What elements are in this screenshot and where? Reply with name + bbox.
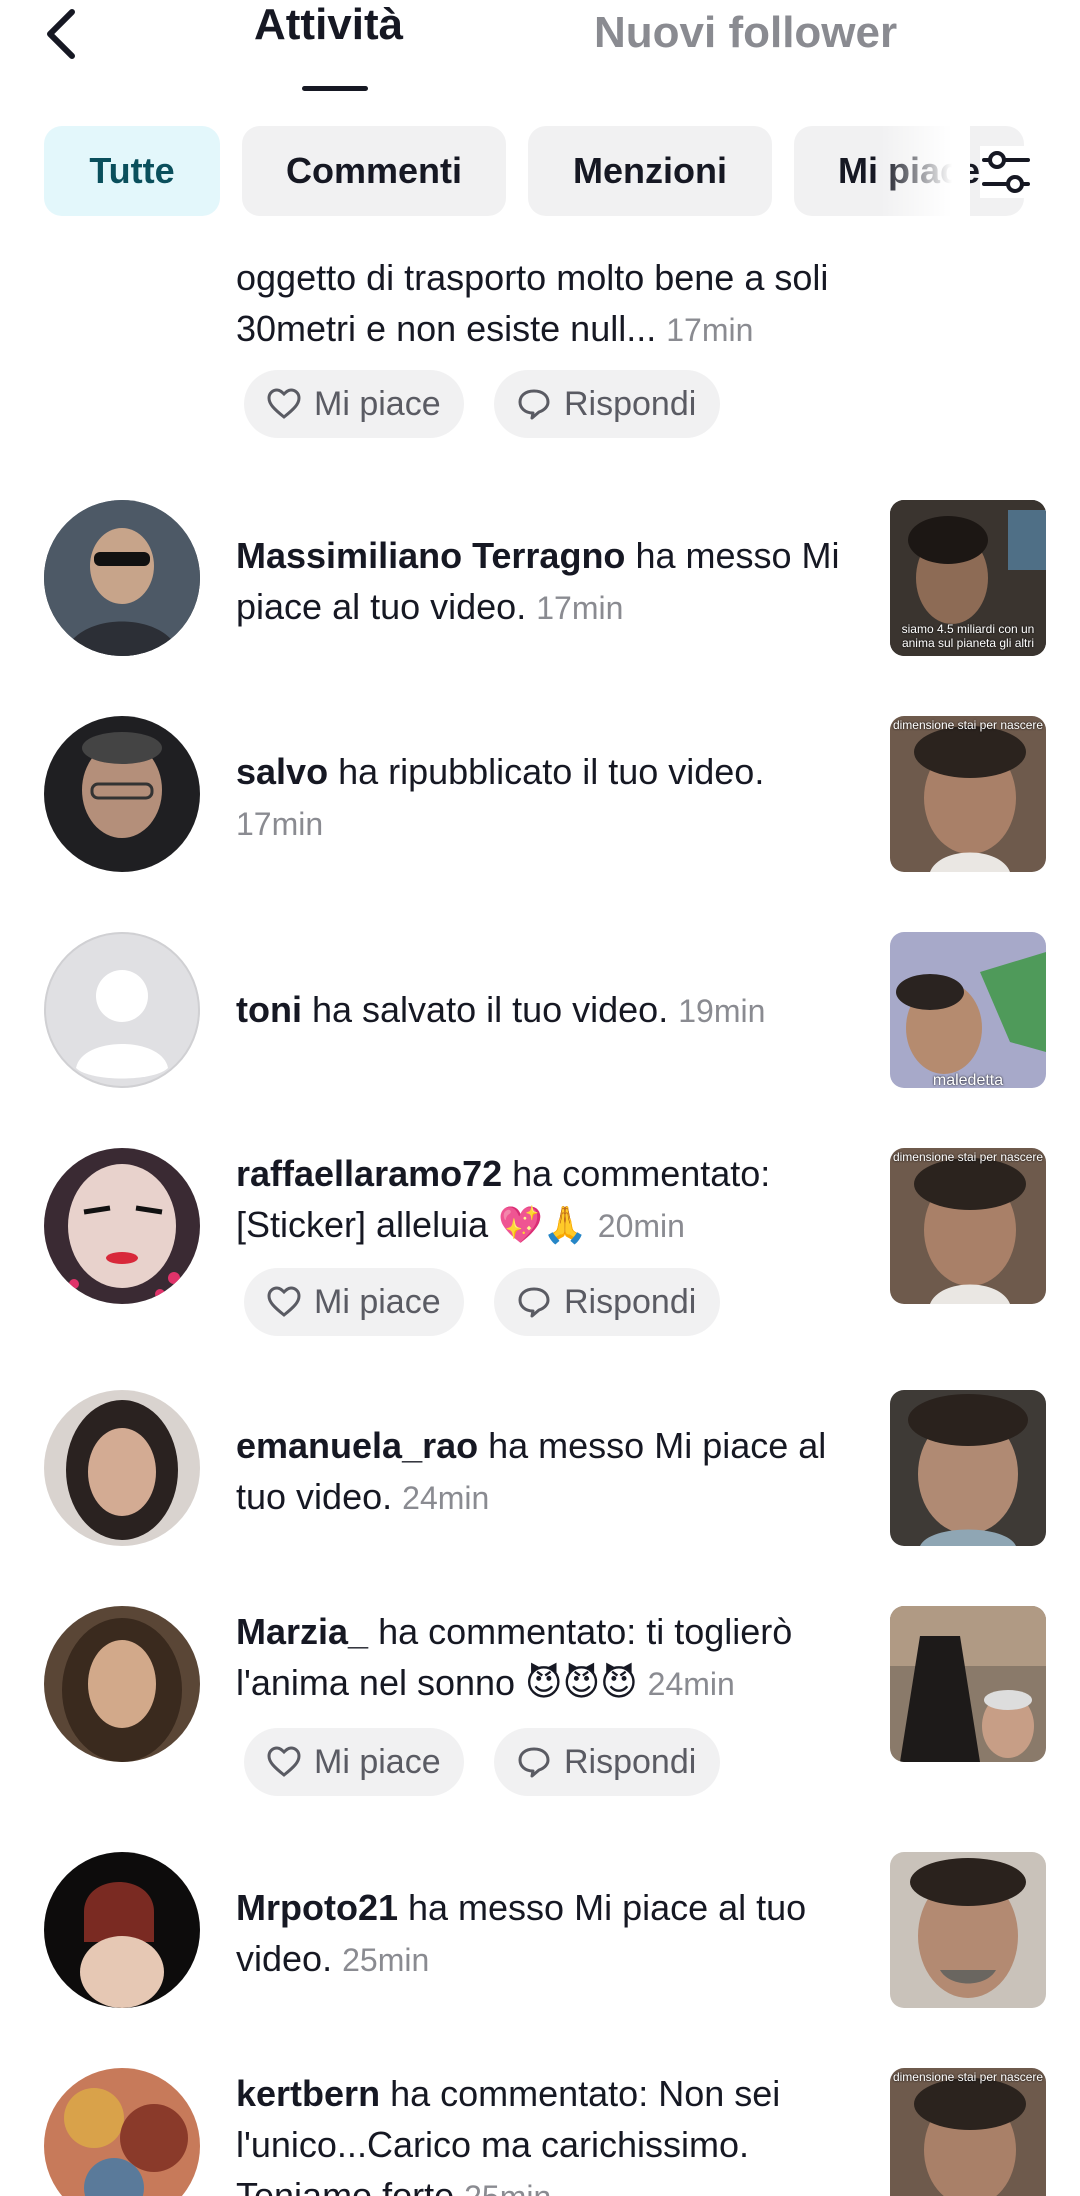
avatar-photo xyxy=(44,1606,200,1762)
avatar-photo xyxy=(44,500,200,656)
chip-comments[interactable]: Commenti xyxy=(242,126,506,216)
list-item[interactable]: oggetto di trasporto molto bene a soli 3… xyxy=(0,252,1080,452)
heart-icon xyxy=(267,1286,301,1317)
list-item[interactable]: toni ha salvato il tuo video. 19min male… xyxy=(0,932,1080,1092)
username[interactable]: kertbern xyxy=(236,2073,380,2114)
heart-icon xyxy=(267,388,301,419)
thumbnail-image xyxy=(890,716,1046,872)
thumbnail-image xyxy=(890,932,1046,1088)
avatar[interactable] xyxy=(44,932,200,1088)
thumbnail-caption: dimensione stai per nascere xyxy=(892,2070,1044,2084)
list-item[interactable]: kertbern ha commentato: Non sei l'unico.… xyxy=(0,2068,1080,2196)
avatar-photo xyxy=(44,1148,200,1304)
back-arrow-icon[interactable] xyxy=(40,6,84,62)
timestamp: 17min xyxy=(536,590,624,626)
avatar-photo xyxy=(44,1390,200,1546)
video-thumbnail[interactable]: maledetta xyxy=(890,932,1046,1088)
list-item[interactable]: emanuela_rao ha messo Mi piace al tuo vi… xyxy=(0,1390,1080,1550)
list-item[interactable]: salvo ha ripubblicato il tuo video. 17mi… xyxy=(0,716,1080,876)
list-item[interactable]: Mrpoto21 ha messo Mi piace al tuo video.… xyxy=(0,1852,1080,2012)
avatar[interactable] xyxy=(44,1852,200,2008)
default-avatar-icon xyxy=(44,932,200,1088)
comment-bubble-icon xyxy=(518,1287,550,1318)
chip-fade xyxy=(880,126,970,216)
username[interactable]: Marzia_ xyxy=(236,1611,368,1652)
video-thumbnail[interactable]: dimensione stai per nascere xyxy=(890,716,1046,872)
timestamp: 17min xyxy=(236,806,324,842)
thumbnail-image xyxy=(890,1390,1046,1546)
filter-chips: Tutte Commenti Menzioni Mi piace xyxy=(0,126,1080,218)
chip-all[interactable]: Tutte xyxy=(44,126,220,216)
username[interactable]: emanuela_rao xyxy=(236,1425,478,1466)
heart-icon xyxy=(267,1746,301,1777)
thumbnail-caption: dimensione stai per nascere xyxy=(892,718,1044,732)
timestamp: 24min xyxy=(402,1480,490,1516)
avatar[interactable] xyxy=(44,500,200,656)
avatar[interactable] xyxy=(44,716,200,872)
reply-button[interactable]: Rispondi xyxy=(494,370,720,438)
timestamp: 17min xyxy=(666,312,754,348)
username[interactable]: toni xyxy=(236,989,302,1030)
notification-text: ha ripubblicato il tuo video. xyxy=(328,751,765,792)
like-button[interactable]: Mi piace xyxy=(244,370,464,438)
avatar-photo xyxy=(44,716,200,872)
video-thumbnail[interactable]: dimensione stai per nascere xyxy=(890,2068,1046,2196)
video-thumbnail[interactable] xyxy=(890,1390,1046,1546)
tab-activity[interactable]: Attività xyxy=(254,0,403,50)
reply-button[interactable]: Rispondi xyxy=(494,1728,720,1796)
thumbnail-image xyxy=(890,1148,1046,1304)
video-thumbnail[interactable]: siamo 4.5 miliardi con un anima sul pian… xyxy=(890,500,1046,656)
thumbnail-caption: siamo 4.5 miliardi con un anima sul pian… xyxy=(901,622,1035,650)
username[interactable]: Massimiliano Terragno xyxy=(236,535,625,576)
thumbnail-image xyxy=(890,2068,1046,2196)
tab-new-followers[interactable]: Nuovi follower xyxy=(594,8,897,58)
comment-bubble-icon xyxy=(518,389,550,420)
username[interactable]: salvo xyxy=(236,751,328,792)
timestamp: 25min xyxy=(464,2179,551,2196)
username[interactable]: Mrpoto21 xyxy=(236,1887,398,1928)
thumbnail-image xyxy=(890,1852,1046,2008)
avatar[interactable] xyxy=(44,1148,200,1304)
top-bar: Attività Nuovi follower xyxy=(0,0,1080,110)
filter-settings-icon[interactable] xyxy=(980,146,1032,198)
video-thumbnail[interactable] xyxy=(890,1606,1046,1762)
username[interactable]: raffaellaramo72 xyxy=(236,1153,502,1194)
timestamp: 24min xyxy=(647,1666,735,1702)
video-thumbnail[interactable] xyxy=(890,1852,1046,2008)
list-item[interactable]: Massimiliano Terragno ha messo Mi piace … xyxy=(0,500,1080,660)
reply-button[interactable]: Rispondi xyxy=(494,1268,720,1336)
thumbnail-image xyxy=(890,1606,1046,1762)
chip-mentions[interactable]: Menzioni xyxy=(528,126,772,216)
timestamp: 25min xyxy=(342,1942,430,1978)
avatar[interactable] xyxy=(44,2068,200,2196)
video-thumbnail[interactable]: dimensione stai per nascere xyxy=(890,1148,1046,1304)
avatar-photo xyxy=(44,1852,200,2008)
active-tab-indicator xyxy=(302,86,368,91)
like-button[interactable]: Mi piace xyxy=(244,1728,464,1796)
avatar[interactable] xyxy=(44,1606,200,1762)
avatar-photo xyxy=(44,2068,200,2196)
like-button[interactable]: Mi piace xyxy=(244,1268,464,1336)
comment-bubble-icon xyxy=(518,1747,550,1778)
list-item[interactable]: Marzia_ ha commentato: ti toglierò l'ani… xyxy=(0,1606,1080,1806)
thumbnail-caption: dimensione stai per nascere xyxy=(892,1150,1044,1164)
thumbnail-caption: maledetta xyxy=(932,1072,1004,1089)
avatar[interactable] xyxy=(44,1390,200,1546)
timestamp: 20min xyxy=(597,1208,685,1244)
list-item[interactable]: raffaellaramo72 ha commentato: [Sticker]… xyxy=(0,1148,1080,1348)
timestamp: 19min xyxy=(678,993,766,1029)
notification-text: ha salvato il tuo video. xyxy=(301,989,669,1030)
